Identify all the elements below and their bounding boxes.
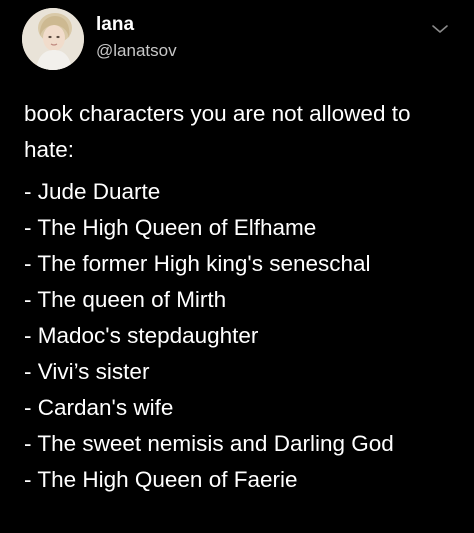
list-item: - Jude Duarte <box>24 179 161 204</box>
user-handle[interactable]: @lanatsov <box>96 40 177 62</box>
list-item: - The queen of Mirth <box>24 287 227 312</box>
character-list: - Jude Duarte - The High Queen of Elfham… <box>24 174 464 498</box>
list-item: - Madoc's stepdaughter <box>24 323 259 348</box>
list-item: - The former High king's seneschal <box>24 251 371 276</box>
list-item: - Cardan's wife <box>24 395 174 420</box>
avatar[interactable] <box>22 8 84 70</box>
display-name[interactable]: lana <box>96 14 134 36</box>
list-item: - The High Queen of Elfhame <box>24 215 317 240</box>
profile-photo-icon <box>22 8 84 70</box>
list-item: - The High Queen of Faerie <box>24 467 298 492</box>
tweet-body: book characters you are not allowed to h… <box>24 96 464 498</box>
tweet-intro: book characters you are not allowed to h… <box>24 101 411 162</box>
tweet-card: lana @lanatsov book characters you are n… <box>0 0 474 533</box>
chevron-down-icon[interactable] <box>430 22 450 36</box>
list-item: - Vivi’s sister <box>24 359 150 384</box>
list-item: - The sweet nemisis and Darling God <box>24 431 394 456</box>
